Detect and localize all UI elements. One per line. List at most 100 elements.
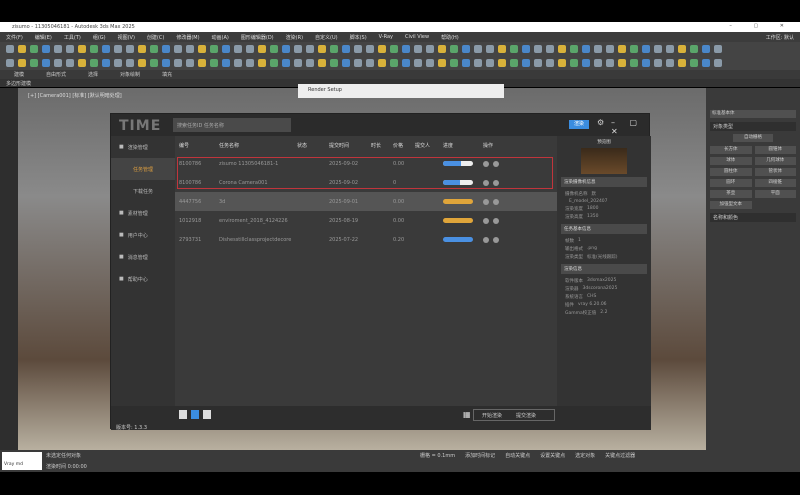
toolbar-icon[interactable] — [498, 59, 506, 67]
toolbar-icon[interactable] — [630, 59, 638, 67]
submit-render-button[interactable]: 提交渲染 — [516, 412, 536, 419]
toolbar-icon[interactable] — [558, 59, 566, 67]
toolbar-icon[interactable] — [534, 59, 542, 67]
toolbar-icon[interactable] — [150, 59, 158, 67]
toolbar-icon[interactable] — [246, 45, 254, 53]
nav-item[interactable]: ■ 渲染管理 — [111, 136, 175, 158]
render-setup-dialog-title[interactable]: Render Setup — [298, 84, 504, 98]
toolbar-icon[interactable] — [306, 59, 314, 67]
name-color-header[interactable]: 名称和颜色 — [710, 213, 796, 222]
primitive-button[interactable]: 加强型文本 — [710, 201, 752, 209]
toolbar-icon[interactable] — [546, 45, 554, 53]
toolbar-icon[interactable] — [606, 59, 614, 67]
ribbon-tab[interactable]: 选择 — [88, 71, 98, 78]
toolbar-icon[interactable] — [414, 45, 422, 53]
toolbar-icon[interactable] — [150, 45, 158, 53]
toolbar-icon[interactable] — [510, 45, 518, 53]
menu-item[interactable]: Civil View — [405, 34, 429, 40]
toolbar-icon[interactable] — [54, 45, 62, 53]
toolbar-icon[interactable] — [162, 59, 170, 67]
toolbar-icon[interactable] — [390, 45, 398, 53]
toolbar-icon[interactable] — [18, 45, 26, 53]
toolbar-icon[interactable] — [126, 59, 134, 67]
toolbar-icon[interactable] — [546, 59, 554, 67]
toolbar-icon[interactable] — [282, 59, 290, 67]
menu-item[interactable]: 视图(V) — [118, 34, 135, 41]
menu-item[interactable]: 修改器(M) — [176, 34, 199, 41]
toolbar-icon[interactable] — [318, 59, 326, 67]
primitive-button[interactable]: 圆环 — [710, 179, 752, 187]
toolbar-icon[interactable] — [510, 59, 518, 67]
toolbar-icon[interactable] — [366, 45, 374, 53]
play-icon[interactable] — [483, 217, 489, 224]
toolbar-icon[interactable] — [330, 59, 338, 67]
table-row[interactable]: 4447756 3d 2025-09-01 0.00 — [175, 192, 557, 211]
nav-item[interactable]: ■ 消息管理 — [111, 246, 175, 268]
toolbar-icon[interactable] — [354, 59, 362, 67]
toolbar-icon[interactable] — [6, 59, 14, 67]
toolbar-icon[interactable] — [102, 45, 110, 53]
primitive-button[interactable]: 管状体 — [754, 168, 796, 176]
toolbar-icon[interactable] — [498, 45, 506, 53]
toolbar-icon[interactable] — [114, 59, 122, 67]
toolbar-icon[interactable] — [18, 59, 26, 67]
toolbar-icon[interactable] — [378, 59, 386, 67]
toolbar-icon[interactable] — [174, 59, 182, 67]
toolbar-icon[interactable] — [6, 45, 14, 53]
toolbar-icon[interactable] — [138, 45, 146, 53]
nav-item[interactable]: 任务管理 — [111, 158, 175, 180]
viewport-label[interactable]: [+] [Camera001] [标准] [默认明暗处理] — [28, 92, 122, 99]
toolbar-icon[interactable] — [462, 45, 470, 53]
render-button[interactable]: 渲染 — [569, 120, 589, 129]
toolbar-icon[interactable] — [174, 45, 182, 53]
toolbar-icon[interactable] — [450, 59, 458, 67]
toolbar-icon[interactable] — [90, 45, 98, 53]
toolbar-icon[interactable] — [222, 59, 230, 67]
search-input[interactable]: 搜索任务ID 任务名称 — [173, 118, 291, 132]
toolbar-icon[interactable] — [42, 59, 50, 67]
table-row[interactable]: 1012918 enviroment_2018_4124226 2025-08-19… — [175, 211, 557, 230]
page-1[interactable]: 1 — [179, 410, 187, 419]
nav-item[interactable]: ■ 帮助中心 — [111, 268, 175, 290]
toolbar-icon[interactable] — [294, 59, 302, 67]
object-type-header[interactable]: 对象类型 — [710, 122, 796, 131]
menu-item[interactable]: V-Ray — [379, 34, 393, 40]
toolbar-icon[interactable] — [66, 59, 74, 67]
toolbar-icon[interactable] — [642, 59, 650, 67]
nav-item[interactable]: 下载任务 — [111, 180, 175, 202]
ribbon-tab[interactable]: 对象绘制 — [120, 71, 140, 78]
toolbar-icon[interactable] — [78, 45, 86, 53]
toolbar-icon[interactable] — [486, 59, 494, 67]
toolbar-icon[interactable] — [186, 45, 194, 53]
toolbar-icon[interactable] — [270, 59, 278, 67]
toolbar-icon[interactable] — [198, 59, 206, 67]
toolbar-icon[interactable] — [654, 59, 662, 67]
toolbar-icon[interactable] — [366, 59, 374, 67]
primitive-button[interactable]: 圆锥体 — [754, 146, 796, 154]
toolbar-icon[interactable] — [534, 45, 542, 53]
toolbar-icon[interactable] — [162, 45, 170, 53]
toolbar-icon[interactable] — [474, 45, 482, 53]
toolbar-icon[interactable] — [582, 59, 590, 67]
toolbar-icon[interactable] — [606, 45, 614, 53]
add-time-tag[interactable]: 添加时间标记 — [465, 452, 495, 459]
toolbar-icon[interactable] — [78, 59, 86, 67]
nav-item[interactable]: ■ 素材管理 — [111, 202, 175, 224]
toolbar-icon[interactable] — [714, 59, 722, 67]
auto-key-button[interactable]: 自动关键点 — [505, 452, 530, 459]
toolbar-icon[interactable] — [414, 59, 422, 67]
toolbar-icon[interactable] — [450, 45, 458, 53]
ribbon-tab[interactable]: 自由形式 — [46, 71, 66, 78]
primitive-dropdown[interactable]: 标准基本体 — [710, 110, 796, 118]
toolbar-icon[interactable] — [30, 59, 38, 67]
window-controls[interactable]: – ▢ ✕ — [729, 23, 794, 29]
toolbar-icon[interactable] — [522, 59, 530, 67]
page-2[interactable]: 2 — [191, 410, 199, 419]
play-icon[interactable] — [483, 236, 489, 243]
task-info-header[interactable]: 任务基本信息 — [561, 224, 647, 234]
menu-item[interactable]: 动画(A) — [212, 34, 229, 41]
grid-view-icon[interactable]: ▦ — [463, 410, 471, 419]
delete-icon[interactable] — [493, 198, 499, 205]
toolbar-icon[interactable] — [210, 45, 218, 53]
primitive-button[interactable]: 圆柱体 — [710, 168, 752, 176]
